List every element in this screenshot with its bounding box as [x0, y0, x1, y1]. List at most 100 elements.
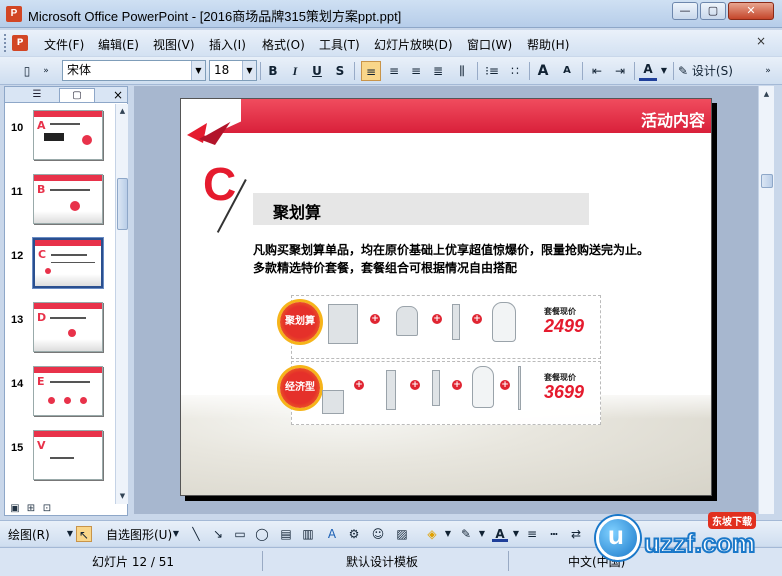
slide-sorter-view-icon[interactable]: ⊞: [24, 502, 38, 516]
slideshow-view-icon[interactable]: ⊡: [40, 502, 54, 516]
scrollbar-thumb[interactable]: [117, 178, 128, 230]
list-item[interactable]: 15 V: [5, 424, 113, 484]
combo-card[interactable]: 经济型 + + + + 套餐现价 3699: [280, 361, 601, 425]
line-color-icon[interactable]: ✎: [458, 526, 474, 542]
bold-button[interactable]: B: [264, 61, 282, 81]
slide-heading[interactable]: 聚划算: [273, 199, 321, 223]
numbered-list-icon[interactable]: ⁝≡: [482, 61, 502, 81]
align-center-icon[interactable]: ≡: [384, 61, 404, 81]
scroll-up-icon[interactable]: ▲: [117, 105, 128, 117]
fill-color-icon[interactable]: ◈: [424, 526, 440, 542]
font-color-icon[interactable]: A: [492, 526, 508, 542]
title-bar: P Microsoft Office PowerPoint - [2016商场品…: [0, 0, 782, 28]
scroll-up-icon[interactable]: ▲: [761, 88, 772, 100]
align-right-icon[interactable]: ≡: [406, 61, 426, 81]
doc-close-icon[interactable]: ×: [756, 34, 766, 48]
slide-body-line-2[interactable]: 多款精选特价套餐，套餐组合可根据情况自由搭配: [253, 259, 517, 276]
grow-font-button[interactable]: A: [534, 61, 552, 81]
combo-card[interactable]: 聚划算 + + + 套餐现价 2499: [280, 295, 601, 359]
select-pointer-icon[interactable]: ↖: [76, 526, 92, 542]
slide-thumbnail[interactable]: E: [33, 366, 103, 416]
chevron-down-icon[interactable]: ▼: [168, 526, 184, 542]
list-item[interactable]: 13 D: [5, 296, 113, 356]
vertical-textbox-icon[interactable]: ▥: [300, 526, 316, 542]
increase-indent-icon[interactable]: ⇥: [610, 61, 630, 81]
menu-help[interactable]: 帮助(H): [527, 36, 569, 53]
picture-icon[interactable]: ▨: [394, 526, 410, 542]
slide-body-line-1[interactable]: 凡购买聚划算单品，均在原价基础上优享超值惊爆价，限量抢购送完为止。: [253, 241, 649, 258]
faucet-image: [396, 306, 418, 336]
powerpoint-app-icon[interactable]: P: [6, 6, 22, 22]
thumbnail-scrollbar[interactable]: ▲ ▼: [115, 104, 128, 504]
clipart-icon[interactable]: ☺: [370, 526, 386, 542]
menu-tools[interactable]: 工具(T): [319, 36, 360, 53]
line-style-icon[interactable]: ≡: [524, 526, 540, 542]
arrow-style-icon[interactable]: ⇄: [568, 526, 584, 542]
arrow-icon[interactable]: ↘: [210, 526, 226, 542]
diagram-icon[interactable]: ⚙: [346, 526, 362, 542]
tab-slides[interactable]: ▢: [59, 88, 95, 102]
main-scrollbar[interactable]: ▲: [758, 86, 774, 514]
wordart-icon[interactable]: A: [324, 526, 340, 542]
font-size-select[interactable]: 18 ▼: [209, 60, 257, 81]
current-slide[interactable]: 活动内容 C 聚划算 凡购买聚划算单品，均在原价基础上优享超值惊爆价，限量抢购送…: [180, 98, 712, 496]
thumbnail-list: 10 A 11 B 12 C 13 D 14 E 15 V: [5, 104, 113, 504]
underline-button[interactable]: U: [308, 61, 326, 81]
line-icon[interactable]: ╲: [188, 526, 204, 542]
justify-icon[interactable]: ≣: [428, 61, 448, 81]
slide-thumbnail[interactable]: V: [33, 430, 103, 480]
document-icon[interactable]: P: [12, 35, 28, 51]
autoshapes-button[interactable]: 自选图形(U): [106, 526, 172, 543]
chevron-down-icon[interactable]: ▼: [659, 61, 669, 81]
list-item[interactable]: 10 A: [5, 104, 113, 164]
chevron-down-icon[interactable]: ▼: [508, 526, 524, 542]
font-color-button[interactable]: A: [639, 61, 657, 81]
menu-edit[interactable]: 编辑(E): [98, 36, 139, 53]
draw-menu-button[interactable]: 绘图(R): [8, 526, 50, 543]
rectangle-icon[interactable]: ▭: [232, 526, 248, 542]
chevron-down-icon[interactable]: ▼: [440, 526, 456, 542]
scrollbar-thumb[interactable]: [761, 174, 773, 188]
slide-thumbnail[interactable]: A: [33, 110, 103, 160]
normal-view-icon[interactable]: ▣: [8, 502, 22, 516]
shadow-button[interactable]: S: [331, 61, 349, 81]
menu-window[interactable]: 窗口(W): [467, 36, 512, 53]
shrink-font-button[interactable]: A: [558, 61, 576, 81]
slide-thumbnail-selected[interactable]: C: [32, 237, 104, 289]
menu-format[interactable]: 格式(O): [262, 36, 305, 53]
distribute-icon[interactable]: ⫼: [452, 61, 472, 81]
toolbar-grip-icon[interactable]: [4, 34, 7, 52]
menu-file[interactable]: 文件(F): [44, 36, 84, 53]
italic-button[interactable]: I: [286, 61, 304, 81]
menu-insert[interactable]: 插入(I): [209, 36, 246, 53]
maximize-button[interactable]: ▢: [700, 2, 726, 20]
chevron-down-icon[interactable]: ▼: [191, 61, 205, 80]
chevron-down-icon[interactable]: ▼: [474, 526, 490, 542]
bullet-list-icon[interactable]: ∷: [505, 61, 525, 81]
pane-close-icon[interactable]: ×: [113, 87, 123, 103]
align-left-icon[interactable]: ≡: [361, 61, 381, 81]
dash-style-icon[interactable]: ┅: [546, 526, 562, 542]
menu-view[interactable]: 视图(V): [153, 36, 195, 53]
toolbar-overflow-icon[interactable]: »: [762, 61, 774, 81]
slide-title[interactable]: 活动内容: [641, 107, 705, 131]
new-document-icon[interactable]: ▯: [18, 61, 36, 81]
minimize-button[interactable]: —: [672, 2, 698, 20]
design-button[interactable]: ✎ 设计(S): [678, 61, 742, 81]
list-item[interactable]: 14 E: [5, 360, 113, 420]
slide-thumbnail[interactable]: B: [33, 174, 103, 224]
textbox-icon[interactable]: ▤: [278, 526, 294, 542]
list-item[interactable]: 11 B: [5, 168, 113, 228]
slide-number: 10: [11, 122, 24, 134]
toolbar-overflow-icon[interactable]: »: [40, 61, 52, 81]
oval-icon[interactable]: ◯: [254, 526, 270, 542]
chevron-down-icon[interactable]: ▼: [242, 61, 256, 80]
font-name-select[interactable]: 宋体 ▼: [62, 60, 206, 81]
menu-slideshow[interactable]: 幻灯片放映(D): [374, 36, 453, 53]
close-button[interactable]: ✕: [728, 2, 774, 20]
slide-thumbnail[interactable]: D: [33, 302, 103, 352]
decrease-indent-icon[interactable]: ⇤: [587, 61, 607, 81]
scroll-down-icon[interactable]: ▼: [117, 490, 128, 502]
tab-outline[interactable]: ☰: [19, 88, 55, 102]
list-item[interactable]: 12 C: [5, 232, 113, 292]
